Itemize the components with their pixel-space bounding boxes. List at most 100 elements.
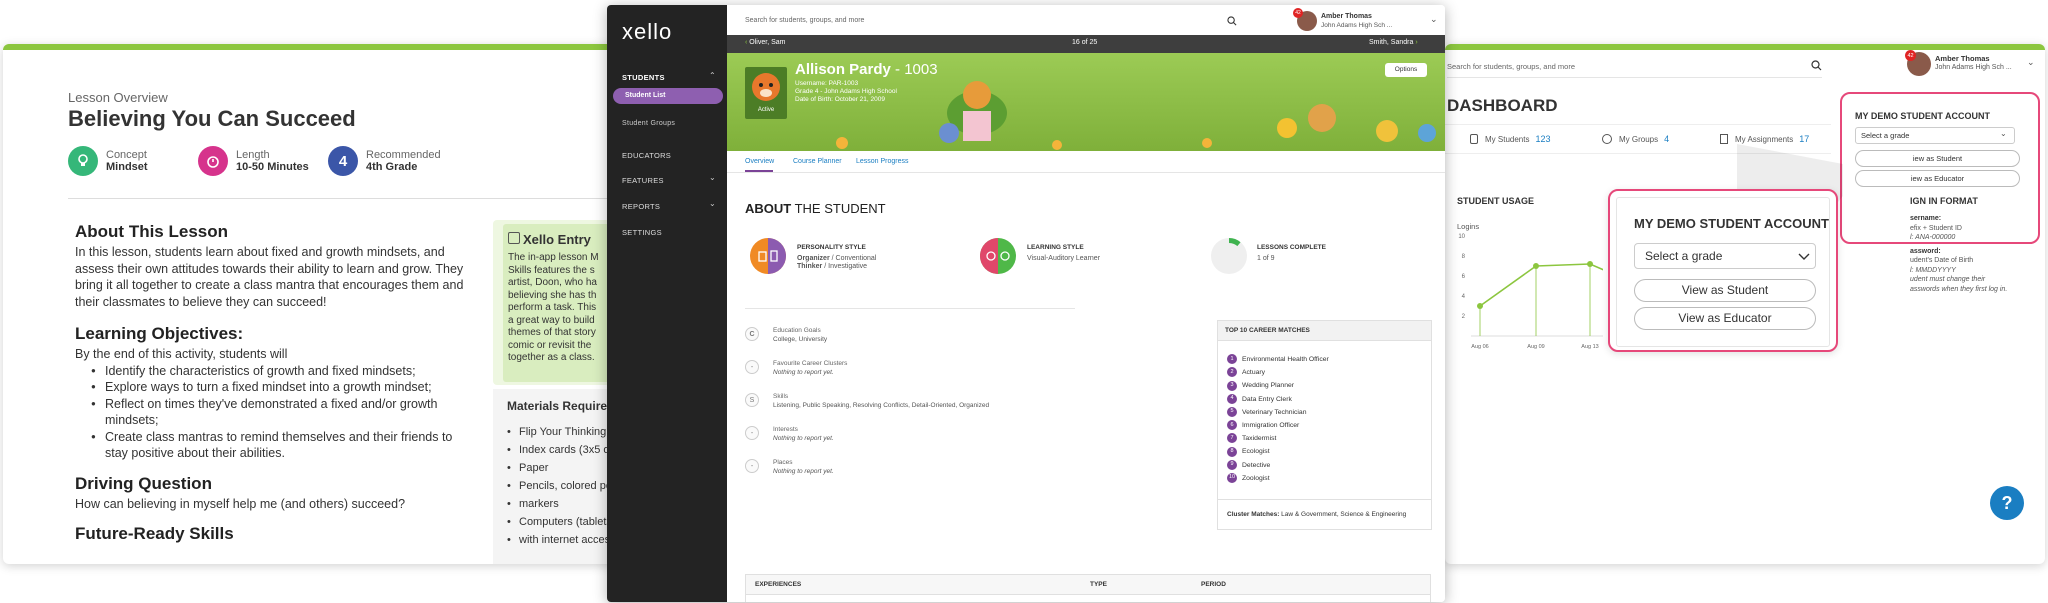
list-item[interactable]: 5 Veterinary Technician — [1227, 406, 1431, 419]
chevron-down-icon[interactable]: ⌄ — [1430, 14, 1438, 25]
demo-title-zoom: MY DEMO STUDENT ACCOUNT — [1634, 216, 1829, 231]
sidebar-item-educators[interactable]: EDUCATORS — [622, 151, 671, 160]
options-button[interactable]: Options — [1385, 63, 1427, 77]
career-list: 1 Environmental Health Officer 2 Actuary 3 We… — [1218, 341, 1431, 485]
list-item[interactable]: 3 Wedding Planner — [1227, 379, 1431, 392]
view-as-student-button[interactable]: View as Student — [1634, 279, 1816, 302]
career-name: Taxidermist — [1242, 435, 1277, 443]
lesson-meta: Concept Mindset Length 10-50 Minutes 4 Rec… — [68, 146, 458, 176]
rank-badge: 2 — [1227, 367, 1237, 378]
status-badge: Active — [757, 107, 775, 113]
experiences-header: EXPERIENCES — [755, 581, 802, 588]
sidebar: xello STUDENTS ⌃ Student List Student Gr… — [607, 5, 727, 602]
grade-select[interactable]: Select a grade — [1634, 243, 1816, 269]
personality-icon — [749, 237, 787, 275]
graduation-cap-icon: C — [745, 327, 759, 341]
tab-overview[interactable]: Overview — [745, 158, 774, 165]
career-cluster-icon: - — [745, 360, 759, 374]
help-button[interactable]: ? — [1990, 486, 2024, 520]
tab-lesson-progress[interactable]: Lesson Progress — [856, 158, 909, 165]
sidebar-item-student-list[interactable]: Student List — [613, 88, 723, 104]
list-item: Explore ways to turn a fixed mindset int… — [89, 379, 475, 396]
lessons-progress-ring — [1211, 238, 1247, 274]
user-name: Amber Thomas — [1321, 13, 1372, 20]
about-student-heading: ABOUT THE STUDENT — [745, 201, 886, 216]
type-header: TYPE — [1090, 581, 1107, 588]
profile-banner: Active Allison Pardy - 1003 Username: PA… — [727, 53, 1445, 151]
sidebar-item-students[interactable]: STUDENTS — [622, 73, 665, 82]
list-item[interactable]: 9 Detective — [1227, 459, 1431, 472]
sidebar-item-reports[interactable]: REPORTS — [622, 202, 660, 211]
header: Search for students, groups, and more 42… — [727, 5, 1445, 35]
gear-icon — [508, 232, 520, 244]
prev-student-link[interactable]: ‹ Oliver, Sam — [745, 39, 785, 46]
next-student-link[interactable]: Smith, Sandra › — [1369, 39, 1418, 46]
chevron-up-icon: ⌃ — [709, 71, 716, 80]
meta-concept: Concept Mindset — [68, 146, 198, 176]
learning-style: LEARNING STYLE Visual-Auditory Learner — [1027, 244, 1101, 262]
meta-recommended: 4 Recommended 4th Grade — [328, 146, 458, 176]
materials-heading: Materials Required — [507, 399, 615, 413]
chevron-left-icon: ‹ — [745, 39, 748, 46]
student-pager: ‹ Oliver, Sam 16 of 25 Smith, Sandra › — [727, 35, 1445, 53]
detail-education-goals: C Education Goals College, University — [745, 325, 1075, 358]
sidebar-item-settings[interactable]: SETTINGS — [622, 228, 662, 237]
career-name: Wedding Planner — [1242, 382, 1295, 390]
student-details: C Education Goals College, University - … — [745, 325, 1075, 490]
list-item[interactable]: 7 Taxidermist — [1227, 432, 1431, 445]
chevron-down-icon: ⌄ — [709, 173, 716, 182]
career-name: Environmental Health Officer — [1242, 356, 1329, 363]
driving-heading: Driving Question — [75, 473, 212, 493]
main-content: Search for students, groups, and more 42… — [727, 5, 1445, 602]
experiences-table: EXPERIENCES TYPE PERIOD — [745, 574, 1431, 602]
dashboard-window: Search for students, groups, and more 42… — [1445, 44, 2045, 564]
detail-skills: S Skills Listening, Public Speaking, Res… — [745, 391, 1075, 424]
user-school: John Adams High Sch ... — [1321, 22, 1393, 29]
student-avatar: Active — [745, 67, 787, 119]
entry-text: The in-app lesson M Skills features the s… — [508, 252, 599, 363]
sidebar-item-student-groups[interactable]: Student Groups — [622, 120, 675, 127]
lessons-complete: LESSONS COMPLETE 1 of 9 — [1257, 244, 1326, 262]
list-item[interactable]: 1 Environmental Health Officer — [1227, 353, 1431, 366]
personality-style: PERSONALITY STYLE Organizer / Convention… — [797, 244, 877, 270]
sidebar-item-features[interactable]: FEATURES — [622, 176, 664, 185]
career-name: Immigration Officer — [1242, 421, 1300, 429]
list-item[interactable]: 2 Actuary — [1227, 366, 1431, 379]
rank-badge: 4 — [1227, 393, 1237, 404]
search-input[interactable]: Search for students, groups, and more — [745, 17, 864, 24]
list-item[interactable]: 6 Immigration Officer — [1227, 419, 1431, 432]
career-name: Data Entry Clerk — [1242, 395, 1292, 403]
skills-badge-icon: S — [745, 393, 759, 407]
period-header: PERIOD — [1201, 581, 1226, 588]
stopwatch-icon — [198, 146, 228, 176]
rank-badge: 9 — [1227, 459, 1237, 470]
career-matches-panel: TOP 10 CAREER MATCHES 1 Environmental Hea… — [1217, 320, 1432, 530]
cluster-matches: Cluster Matches: Law & Government, Scien… — [1227, 511, 1407, 518]
student-profile-window: xello STUDENTS ⌃ Student List Student Gr… — [607, 5, 1445, 602]
rank-badge: 8 — [1227, 446, 1237, 457]
career-name: Veterinary Technician — [1242, 408, 1307, 416]
xello-logo: xello — [622, 19, 673, 44]
lightbulb-icon — [68, 146, 98, 176]
list-item[interactable]: 8 Ecologist — [1227, 445, 1431, 458]
search-icon[interactable] — [1227, 16, 1237, 26]
objectives-heading: Learning Objectives: — [75, 324, 244, 343]
notification-badge: 42 — [1293, 8, 1303, 18]
view-as-educator-button[interactable]: View as Educator — [1634, 307, 1816, 330]
pager-position: 16 of 25 — [1072, 39, 1098, 46]
driving-text: How can believing in myself help me (and… — [75, 496, 406, 511]
career-name: Ecologist — [1242, 448, 1270, 456]
places-icon: - — [745, 459, 759, 473]
career-name: Detective — [1242, 461, 1271, 469]
list-item[interactable]: 10 Zoologist — [1227, 472, 1431, 485]
chevron-right-icon: › — [1415, 39, 1418, 46]
lesson-title: Believing You Can Succeed — [68, 106, 356, 131]
meta-length: Length 10-50 Minutes — [198, 146, 328, 176]
number-4-icon: 4 — [328, 146, 358, 176]
detail-career-clusters: - Favourite Career Clusters Nothing to r… — [745, 358, 1075, 391]
list-item[interactable]: 4 Data Entry Clerk — [1227, 393, 1431, 406]
ring-hole — [1216, 243, 1242, 269]
about-heading: About This Lesson — [75, 222, 228, 241]
tab-course-planner[interactable]: Course Planner — [793, 158, 842, 165]
list-item: Identify the characteristics of growth a… — [89, 363, 475, 380]
